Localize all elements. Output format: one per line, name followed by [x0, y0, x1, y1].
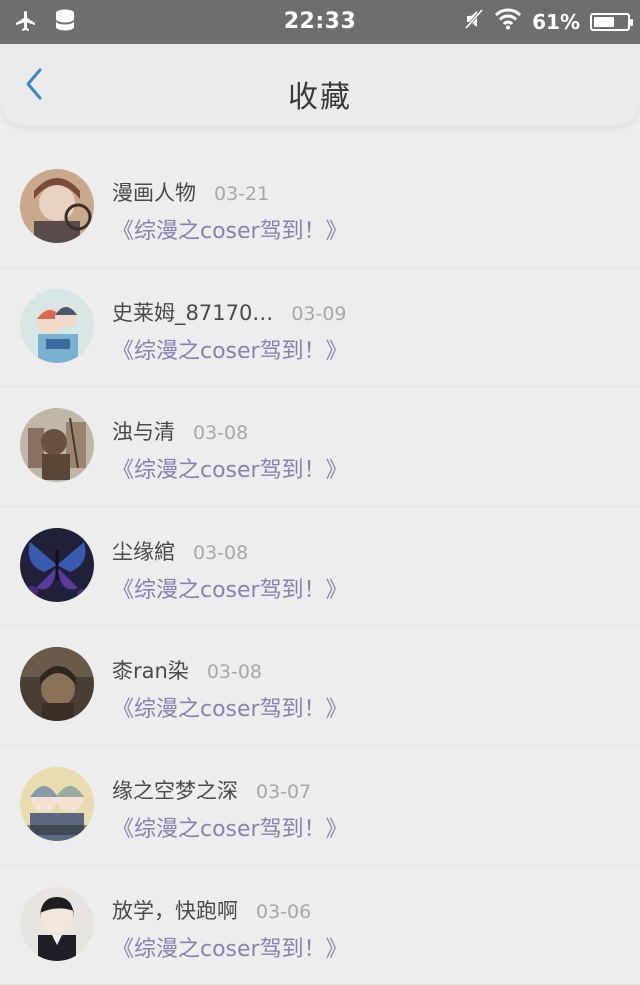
work-title-link[interactable]: 《综漫之coser驾到！》 [112, 452, 348, 484]
list-item[interactable]: 漫画人物 03-21 《综漫之coser驾到！》 [0, 148, 640, 268]
list-item[interactable]: 尘缘綰 03-08 《综漫之coser驾到！》 [0, 507, 640, 627]
favorite-date: 03-08 [206, 661, 263, 684]
work-title-link[interactable]: 《综漫之coser驾到！》 [112, 572, 348, 604]
user-name-line: 放学，快跑啊 03-06 [112, 895, 311, 925]
avatar[interactable] [20, 169, 94, 243]
wifi-icon [494, 8, 522, 35]
user-name[interactable]: 桼ran染 [112, 659, 189, 683]
favorite-date: 03-21 [214, 183, 270, 205]
avatar[interactable] [20, 886, 94, 961]
work-title-link[interactable]: 《综漫之coser驾到！》 [112, 811, 348, 843]
list-item[interactable]: 史莱姆_87170… 03-09 《综漫之coser驾到！》 [0, 268, 640, 388]
favorite-date: 03-09 [291, 302, 347, 325]
user-name-line: 史莱姆_87170… 03-09 [112, 297, 347, 327]
battery-level-fill [594, 16, 614, 27]
user-name[interactable]: 漫画人物 [112, 181, 196, 205]
avatar[interactable] [20, 766, 94, 841]
favorite-date: 03-07 [256, 780, 312, 803]
work-title-link[interactable]: 《综漫之coser驾到！》 [112, 931, 348, 963]
user-name[interactable]: 史莱姆_87170… [112, 301, 273, 325]
user-name-line: 缘之空梦之深 03-07 [112, 775, 311, 805]
user-name[interactable]: 浊与清 [112, 420, 175, 444]
favorite-date: 03-08 [193, 541, 249, 564]
user-name-line: 尘缘綰 03-08 [112, 536, 248, 566]
status-right: 61% [464, 8, 633, 35]
status-bar: 22:33 61% [0, 0, 640, 44]
avatar[interactable] [20, 288, 94, 363]
favorite-date: 03-06 [256, 900, 312, 923]
list-item[interactable]: 桼ran染 03-08 《综漫之coser驾到！》 [0, 626, 640, 746]
battery-percent: 61% [532, 9, 580, 34]
user-name[interactable]: 尘缘綰 [112, 540, 175, 564]
page-title: 收藏 [288, 80, 352, 115]
user-name-line: 桼ran染 03-08 [112, 655, 262, 685]
user-name-line: 浊与清 03-08 [112, 416, 248, 446]
nav-bar: 收藏 [0, 44, 640, 126]
mute-icon [464, 8, 484, 35]
user-name-line: 漫画人物 03-21 [112, 177, 269, 207]
avatar[interactable] [20, 647, 94, 722]
list-item[interactable]: 放学，快跑啊 03-06 《综漫之coser驾到！》 [0, 866, 640, 985]
list-item[interactable]: 浊与清 03-08 《综漫之coser驾到！》 [0, 387, 640, 507]
battery-icon [590, 12, 633, 31]
list-item[interactable]: 缘之空梦之深 03-07 《综漫之coser驾到！》 [0, 746, 640, 866]
favorites-list: 漫画人物 03-21 《综漫之coser驾到！》 史莱姆_87170… 03-09 《综漫… [0, 148, 640, 985]
avatar[interactable] [20, 408, 94, 483]
user-name[interactable]: 放学，快跑啊 [112, 899, 238, 923]
avatar[interactable] [20, 527, 94, 602]
user-name[interactable]: 缘之空梦之深 [112, 779, 238, 803]
work-title-link[interactable]: 《综漫之coser驾到！》 [112, 691, 348, 723]
work-title-link[interactable]: 《综漫之coser驾到！》 [112, 333, 348, 365]
favorite-date: 03-08 [193, 422, 249, 445]
work-title-link[interactable]: 《综漫之coser驾到！》 [112, 213, 348, 245]
